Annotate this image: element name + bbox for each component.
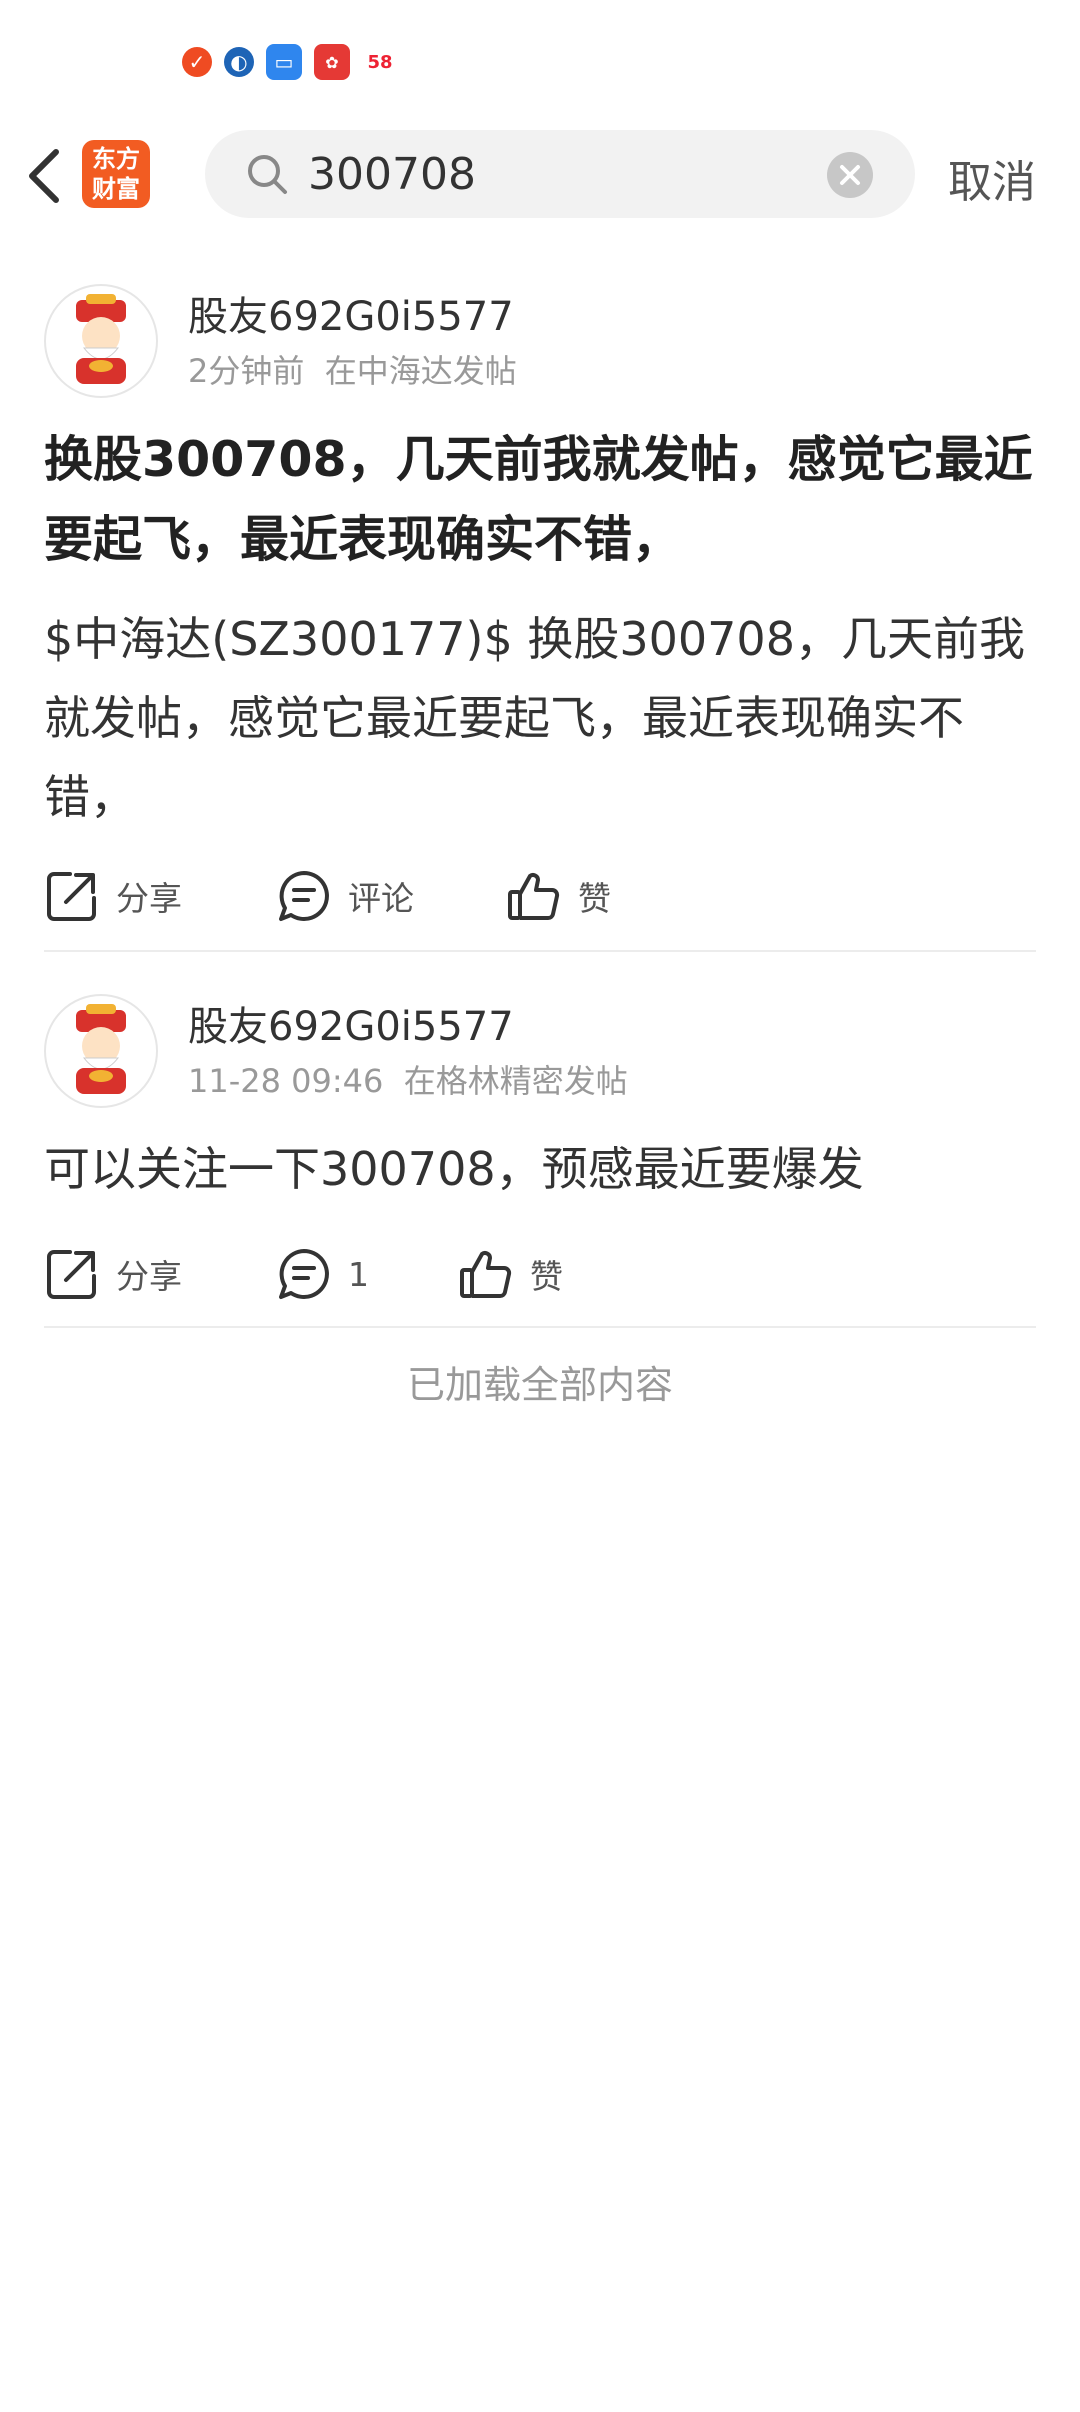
- post-meta: 2分钟前 在中海达发帖: [188, 346, 517, 392]
- search-icon: [248, 155, 287, 194]
- divider: [44, 950, 1036, 952]
- thumbs-up-icon: [460, 1251, 512, 1298]
- post-actions: 分享 评论 赞: [44, 868, 1034, 928]
- like-button[interactable]: 赞: [458, 1246, 563, 1302]
- post-actions: 分享 1 赞: [44, 1246, 1034, 1306]
- post-body: $中海达(SZ300177)$ 换股300708，几天前我就发帖，感觉它最近要起…: [44, 612, 1025, 824]
- 58-app-icon: 58: [362, 44, 398, 80]
- avatar[interactable]: [44, 284, 158, 398]
- news-icon: ✿: [314, 44, 350, 80]
- like-label: 赞: [578, 879, 611, 918]
- status-bar: ✓ ◐ ▭ ✿ 58: [0, 0, 1080, 110]
- avatar[interactable]: [44, 994, 158, 1108]
- clear-search-button[interactable]: [827, 152, 873, 198]
- share-label: 分享: [116, 1257, 182, 1296]
- post-title: 换股300708，几天前我就发帖，感觉它最近要起飞，最近表现确实不错，: [44, 431, 1033, 568]
- share-label: 分享: [116, 879, 182, 918]
- post-body: 可以关注一下300708，预感最近要爆发: [44, 1142, 864, 1196]
- logo-line1: 东方: [92, 145, 140, 173]
- logo-line2: 财富: [92, 175, 140, 203]
- close-icon: [840, 165, 860, 185]
- post-meta: 11-28 09:46 在格林精密发帖: [188, 1056, 628, 1102]
- all-loaded-text: 已加载全部内容: [406, 1363, 673, 1407]
- caishen-avatar-icon: [76, 294, 126, 384]
- notification-icons: ✓ ◐ ▭ ✿ 58: [182, 44, 398, 80]
- like-button[interactable]: 赞: [506, 868, 611, 924]
- chevron-left-icon: [29, 149, 59, 203]
- caishen-avatar-icon: [76, 1004, 126, 1094]
- app-icon: ✓: [182, 47, 212, 77]
- share-icon: [47, 872, 96, 921]
- comment-button[interactable]: 评论: [276, 868, 414, 924]
- username[interactable]: 股友692G0i5577: [188, 994, 514, 1052]
- comment-icon: [279, 871, 329, 921]
- bank-icon: ◐: [224, 47, 254, 77]
- cancel-button[interactable]: 取消: [948, 146, 1036, 210]
- back-button[interactable]: [22, 146, 72, 206]
- thumbs-up-icon: [508, 873, 560, 920]
- post-location: 在格林精密发帖: [403, 1062, 628, 1100]
- like-label: 赞: [530, 1257, 563, 1296]
- files-icon: ▭: [266, 44, 302, 80]
- comment-button[interactable]: 1: [276, 1246, 369, 1302]
- post-location: 在中海达发帖: [324, 352, 517, 390]
- search-header: 东方 财富 取消: [0, 128, 1080, 224]
- search-input[interactable]: [308, 146, 808, 202]
- username[interactable]: 股友692G0i5577: [188, 284, 514, 342]
- comment-count: 1: [348, 1254, 369, 1294]
- comment-icon: [279, 1249, 329, 1299]
- post-time: 2分钟前: [188, 352, 305, 390]
- post-time: 11-28 09:46: [188, 1062, 384, 1100]
- search-box[interactable]: [205, 130, 915, 218]
- share-button[interactable]: 分享: [44, 868, 182, 924]
- divider: [44, 1326, 1036, 1328]
- share-icon: [47, 1250, 96, 1299]
- app-logo[interactable]: 东方 财富: [82, 140, 150, 208]
- share-button[interactable]: 分享: [44, 1246, 182, 1302]
- comment-label: 评论: [348, 879, 414, 918]
